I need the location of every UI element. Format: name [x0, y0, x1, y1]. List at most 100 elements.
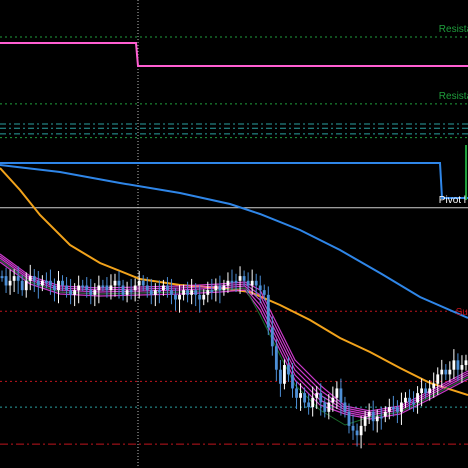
- chart-background: [0, 0, 468, 468]
- candle-body: [141, 280, 145, 286]
- support-1-label: Supp: [456, 307, 468, 318]
- candle-body: [351, 425, 355, 431]
- candle-body: [452, 360, 456, 370]
- candle-body: [93, 290, 97, 295]
- candle-body: [347, 411, 351, 426]
- candle-body: [448, 369, 452, 375]
- candle-body: [101, 285, 105, 288]
- candle-body: [303, 393, 307, 403]
- candle-body: [40, 280, 44, 286]
- candle-body: [270, 327, 274, 347]
- candle-body: [174, 294, 177, 300]
- candle-body: [254, 280, 258, 286]
- candle-body: [157, 290, 161, 293]
- candle-body: [311, 397, 315, 408]
- candle-body: [424, 388, 428, 394]
- candle-body: [20, 280, 24, 291]
- candle-body: [133, 285, 137, 291]
- candle-body: [214, 285, 218, 291]
- candle-body: [319, 393, 323, 403]
- candle-body: [73, 290, 77, 295]
- candle-body: [36, 280, 40, 286]
- candle-body: [420, 388, 424, 394]
- candle-body: [343, 402, 347, 412]
- candle-body: [323, 402, 327, 412]
- candle-body: [69, 290, 73, 295]
- resistance-2-label: Resista: [439, 91, 468, 102]
- candle-body: [278, 369, 282, 384]
- candle-body: [266, 294, 270, 328]
- candle-body: [125, 290, 129, 295]
- candle-body: [182, 290, 185, 295]
- candle-body: [85, 285, 89, 291]
- price-chart-svg[interactable]: Resista Resista Pivot l Supp: [0, 0, 468, 468]
- candle-body: [153, 290, 157, 295]
- candle-body: [315, 393, 319, 398]
- candle-body: [121, 285, 125, 295]
- candle-body: [206, 290, 210, 295]
- candle-body: [89, 290, 93, 295]
- candle-body: [137, 280, 141, 286]
- pivot-label: Pivot l: [439, 195, 466, 206]
- candle-body: [166, 285, 169, 291]
- candle-body: [202, 294, 206, 300]
- candle-body: [299, 393, 302, 398]
- candle-body: [44, 280, 48, 283]
- candle-body: [262, 290, 266, 295]
- candle-body: [331, 397, 335, 403]
- candle-body: [32, 276, 36, 281]
- candle-body: [371, 411, 375, 422]
- candle-body: [105, 285, 109, 291]
- candle-body: [456, 360, 460, 370]
- candle-body: [295, 388, 298, 398]
- candle-body: [145, 285, 149, 291]
- candle-body: [258, 285, 262, 291]
- candle-body: [391, 407, 395, 410]
- candle-body: [194, 290, 198, 295]
- candle-body: [186, 290, 190, 295]
- candle-body: [327, 402, 331, 412]
- candle-body: [238, 276, 242, 281]
- candle-body: [367, 411, 371, 417]
- candle-body: [400, 402, 403, 412]
- candle-body: [65, 285, 68, 291]
- candle-body: [53, 285, 56, 291]
- candle-body: [234, 280, 238, 283]
- candle-body: [109, 285, 113, 291]
- candle-body: [170, 290, 173, 295]
- candle-body: [246, 280, 250, 286]
- candle-body: [428, 388, 432, 394]
- candle-body: [287, 365, 290, 375]
- candle-body: [359, 425, 363, 436]
- candle-body: [12, 276, 16, 281]
- candle-body: [335, 388, 339, 398]
- candle-body: [218, 285, 222, 291]
- candle-body: [363, 416, 367, 426]
- candle-body: [28, 276, 32, 281]
- candle-body: [444, 369, 448, 375]
- candle-body: [375, 416, 379, 422]
- candle-body: [416, 393, 419, 403]
- candle-body: [222, 285, 226, 291]
- candle-body: [404, 397, 407, 403]
- candle-body: [0, 276, 4, 279]
- candle-body: [440, 369, 444, 375]
- candle-body: [117, 280, 121, 286]
- candle-body: [97, 285, 101, 291]
- candle-body: [57, 280, 60, 291]
- candle-body: [178, 294, 181, 300]
- candle-body: [242, 276, 246, 281]
- candle-body: [8, 280, 12, 286]
- candle-body: [230, 280, 234, 283]
- candle-body: [307, 402, 311, 408]
- candle-body: [16, 276, 20, 281]
- candle-body: [81, 285, 85, 288]
- candle-body: [408, 397, 411, 403]
- candle-body: [383, 411, 387, 417]
- candle-body: [387, 407, 391, 412]
- candle-body: [283, 365, 286, 384]
- candle-body: [226, 280, 230, 286]
- candle-body: [274, 346, 278, 370]
- candle-body: [113, 280, 117, 286]
- candle-body: [464, 360, 468, 366]
